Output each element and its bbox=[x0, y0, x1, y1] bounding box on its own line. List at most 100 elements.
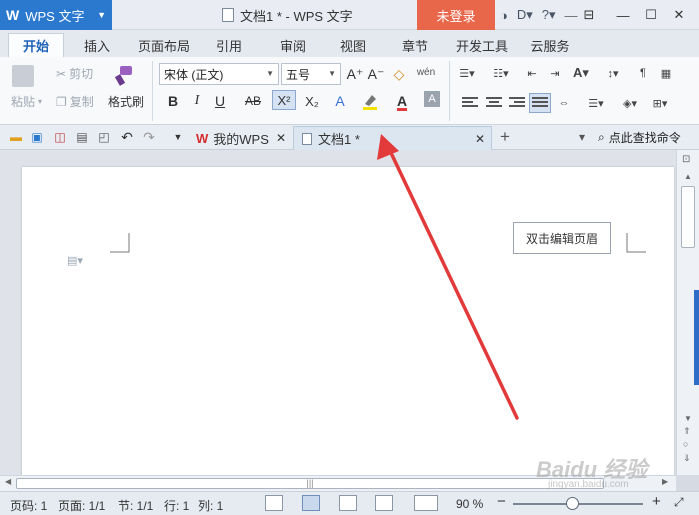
open-folder-icon[interactable]: ▬ bbox=[8, 129, 24, 145]
zoom-level[interactable]: 90 % bbox=[456, 497, 483, 511]
vertical-scroll-thumb[interactable] bbox=[681, 186, 695, 248]
restore-window-icon[interactable]: ⊟ bbox=[578, 4, 600, 26]
clear-format-icon[interactable]: ◇ bbox=[389, 64, 409, 84]
print-preview-icon[interactable]: ◰ bbox=[96, 129, 112, 145]
skin-icon[interactable]: ◑ bbox=[500, 8, 508, 23]
document-page[interactable]: 双击编辑页眉 ▤▾ bbox=[22, 167, 674, 475]
status-column[interactable]: 列: 1 bbox=[198, 497, 223, 514]
paragraph-layout-icon[interactable]: ▤▾ bbox=[67, 254, 83, 267]
font-name-select[interactable]: 宋体 (正文) ▼ bbox=[159, 63, 279, 85]
tab-insert[interactable]: 插入 bbox=[74, 33, 120, 57]
line-spacing-icon[interactable]: ☰▾ bbox=[584, 95, 608, 111]
font-color-button[interactable]: A bbox=[392, 91, 412, 111]
tab-review[interactable]: 审阅 bbox=[270, 33, 316, 57]
close-tab-icon[interactable]: ✕ bbox=[475, 132, 485, 146]
scroll-up-icon[interactable]: ▲ bbox=[684, 172, 692, 181]
zoom-out-button[interactable]: − bbox=[497, 493, 506, 510]
character-shading-icon[interactable]: A bbox=[424, 91, 440, 107]
full-screen-view-icon[interactable] bbox=[265, 495, 283, 511]
scroll-left-icon[interactable]: ◀ bbox=[5, 477, 11, 486]
scroll-right-icon[interactable]: ▶ bbox=[662, 477, 668, 486]
scroll-down-icon[interactable]: ▼ bbox=[684, 414, 692, 423]
cut-button[interactable]: ✂ 剪切 bbox=[56, 65, 93, 82]
help-icon[interactable]: ?▾ bbox=[542, 7, 556, 23]
app-menu-button[interactable]: W WPS 文字 ▼ bbox=[0, 0, 112, 30]
doc-tab-my-wps[interactable]: W 我的WPS ✕ bbox=[188, 126, 292, 150]
status-section[interactable]: 节: 1/1 bbox=[118, 497, 153, 514]
sort-icon[interactable]: ↕▾ bbox=[604, 65, 622, 81]
login-button[interactable]: 未登录 bbox=[417, 0, 495, 30]
tab-chapter[interactable]: 章节 bbox=[392, 33, 438, 57]
align-center-icon[interactable] bbox=[486, 97, 502, 109]
tab-developer[interactable]: 开发工具 bbox=[450, 33, 514, 57]
bullets-icon[interactable]: ☰▾ bbox=[458, 65, 476, 81]
status-row[interactable]: 行: 1 bbox=[164, 497, 189, 514]
share-icon[interactable]: D▾ bbox=[517, 7, 533, 23]
reading-mode-icon[interactable] bbox=[414, 495, 438, 511]
command-search[interactable]: ⌕ 点此查找命令 bbox=[598, 129, 681, 146]
change-case-icon[interactable]: A▾ bbox=[568, 65, 594, 81]
new-tab-button[interactable]: + bbox=[497, 127, 513, 146]
underline-button[interactable]: U bbox=[210, 91, 230, 111]
format-painter-button[interactable]: 格式刷 bbox=[108, 93, 144, 110]
save-icon[interactable]: ▣ bbox=[29, 129, 45, 145]
paste-button[interactable] bbox=[12, 65, 34, 87]
maximize-button[interactable]: ☐ bbox=[640, 4, 662, 26]
align-right-icon[interactable] bbox=[509, 97, 525, 109]
web-view-icon[interactable] bbox=[375, 495, 393, 511]
status-pages[interactable]: 页面: 1/1 bbox=[58, 497, 105, 514]
minimize-ribbon-icon[interactable]: — bbox=[565, 8, 578, 23]
command-menu-icon[interactable]: ▾ bbox=[574, 129, 590, 145]
format-painter-brush[interactable] bbox=[114, 63, 138, 87]
zoom-in-button[interactable]: + bbox=[652, 493, 661, 510]
horizontal-scroll-thumb[interactable]: ||| bbox=[16, 478, 604, 489]
print-icon[interactable]: ▤ bbox=[74, 129, 90, 145]
distributed-icon[interactable]: ⇔ bbox=[555, 95, 573, 111]
text-effect-button[interactable]: A bbox=[330, 91, 350, 111]
tab-home[interactable]: 开始 bbox=[8, 33, 64, 57]
close-tab-icon[interactable]: ✕ bbox=[276, 131, 286, 145]
next-page-icon[interactable]: ⇓ bbox=[683, 453, 691, 464]
status-page-number[interactable]: 页码: 1 bbox=[10, 497, 47, 514]
tab-view[interactable]: 视图 bbox=[330, 33, 376, 57]
doc-tab-document1[interactable]: 文档1 * ✕ bbox=[293, 126, 492, 150]
increase-indent-icon[interactable]: ⇥ bbox=[546, 65, 564, 81]
show-marks-icon[interactable]: ¶ bbox=[634, 65, 652, 81]
customize-toolbar-icon[interactable]: ▼ bbox=[170, 129, 186, 145]
align-left-icon[interactable] bbox=[462, 97, 478, 109]
fit-window-icon[interactable]: ⤢ bbox=[674, 495, 684, 510]
borders-icon[interactable]: ⊞▾ bbox=[648, 95, 672, 111]
close-button[interactable]: ✕ bbox=[668, 4, 690, 26]
copy-button[interactable]: ❐ 复制 bbox=[56, 93, 94, 110]
split-view-icon[interactable]: ⊡ bbox=[682, 154, 690, 165]
side-panel-tab[interactable] bbox=[694, 290, 699, 385]
shading-icon[interactable]: ◈▾ bbox=[618, 95, 642, 111]
zoom-slider-handle[interactable] bbox=[566, 497, 579, 510]
highlight-icon[interactable] bbox=[360, 91, 380, 111]
minimize-button[interactable]: — bbox=[612, 4, 634, 26]
outline-view-icon[interactable] bbox=[339, 495, 357, 511]
tab-references[interactable]: 引用 bbox=[206, 33, 252, 57]
table-icon[interactable]: ▦ bbox=[657, 65, 675, 81]
browse-object-icon[interactable]: ○ bbox=[683, 439, 688, 449]
strikethrough-button[interactable]: AB bbox=[241, 91, 265, 111]
previous-page-icon[interactable]: ⇑ bbox=[683, 426, 691, 437]
font-size-select[interactable]: 五号 ▼ bbox=[281, 63, 341, 85]
phonetic-guide-button[interactable]: wén bbox=[416, 62, 436, 82]
tab-cloud[interactable]: 云服务 bbox=[522, 33, 578, 57]
decrease-indent-icon[interactable]: ⇤ bbox=[523, 65, 541, 81]
tab-page-layout[interactable]: 页面布局 bbox=[132, 33, 196, 57]
export-pdf-icon[interactable]: ◫ bbox=[52, 129, 68, 145]
page-view-icon[interactable] bbox=[302, 495, 320, 511]
redo-icon[interactable]: ↷ bbox=[141, 129, 157, 145]
grow-font-button[interactable]: A⁺ bbox=[345, 64, 365, 84]
shrink-font-button[interactable]: A⁻ bbox=[366, 64, 386, 84]
italic-button[interactable]: I bbox=[187, 91, 207, 111]
justify-button[interactable] bbox=[529, 93, 551, 113]
edit-header-tooltip[interactable]: 双击编辑页眉 bbox=[513, 222, 611, 254]
bold-button[interactable]: B bbox=[163, 91, 183, 111]
undo-icon[interactable]: ↶ bbox=[119, 129, 135, 145]
superscript-button[interactable]: X² bbox=[272, 90, 296, 110]
subscript-button[interactable]: X₂ bbox=[300, 91, 324, 111]
numbering-icon[interactable]: ☷▾ bbox=[492, 65, 510, 81]
